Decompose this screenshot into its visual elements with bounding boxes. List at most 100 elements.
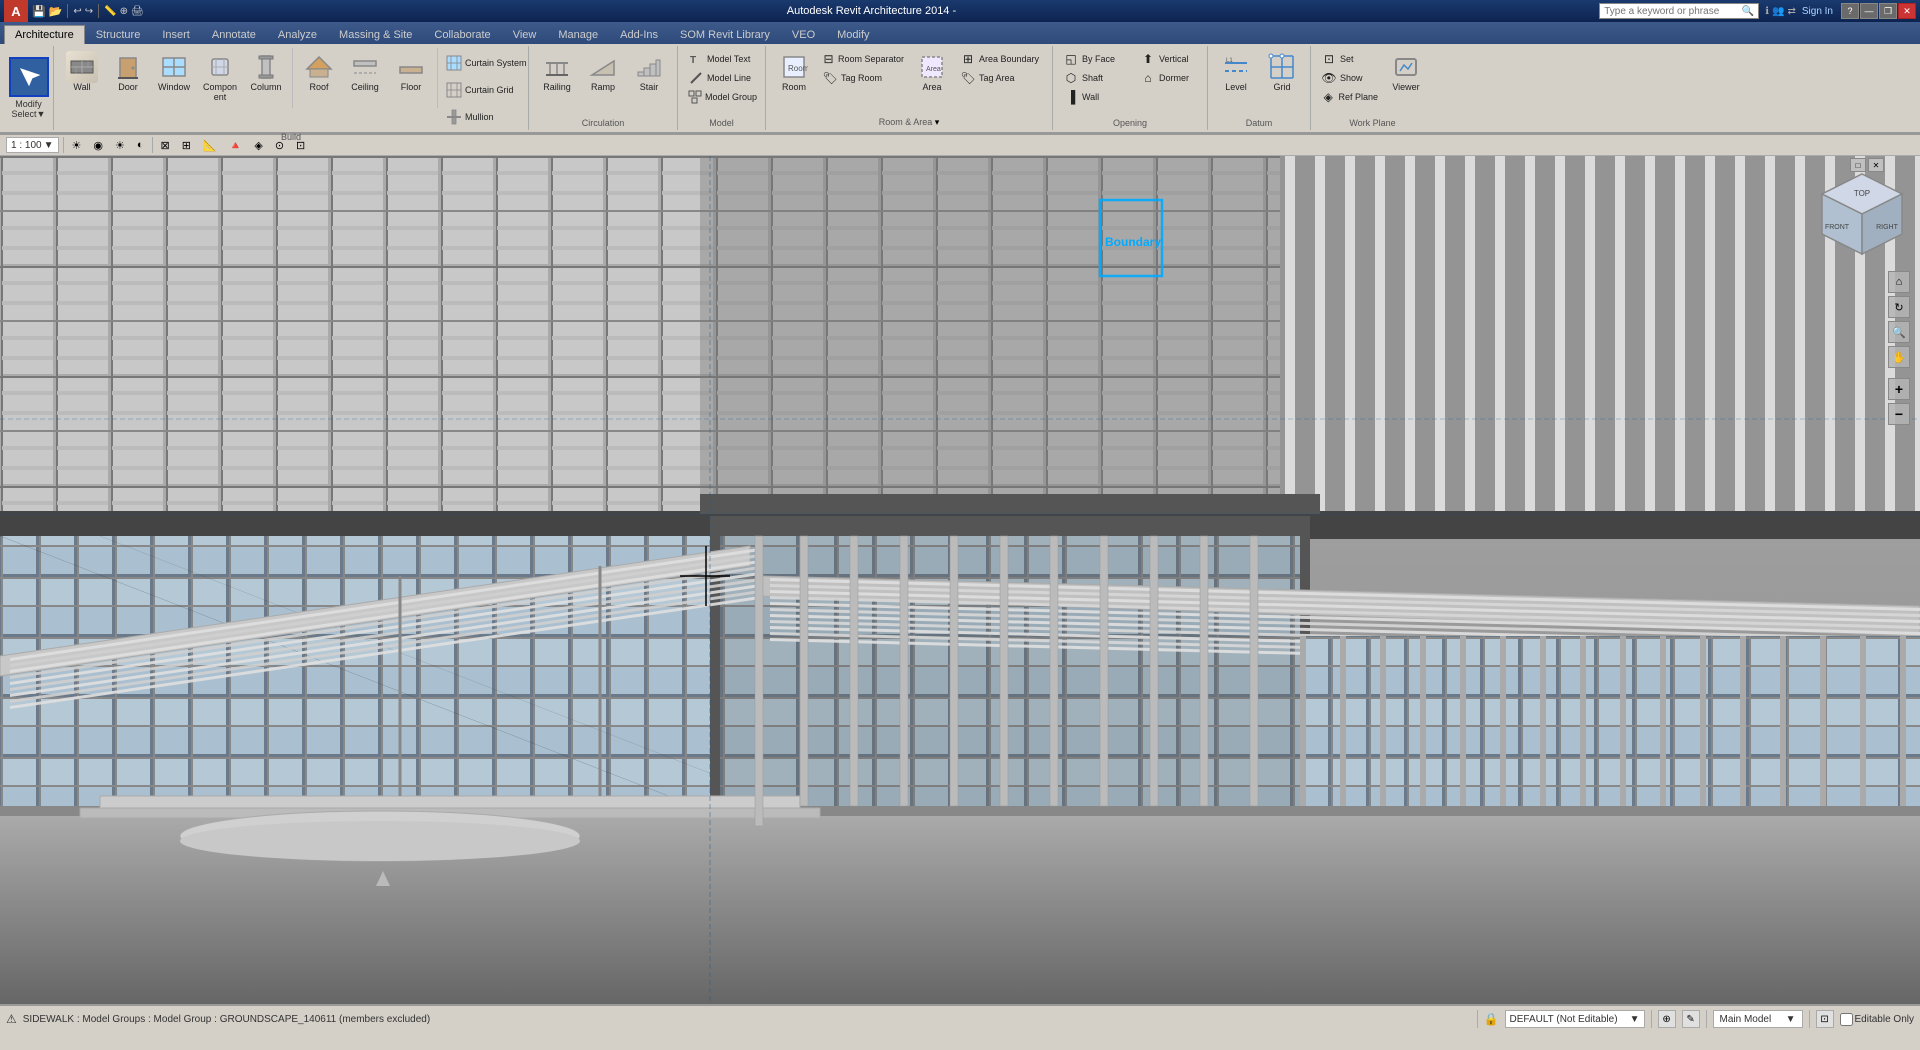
model-line-button[interactable]: Model Line	[684, 69, 759, 87]
ref-plane-button[interactable]: ◈ Ref Plane	[1317, 88, 1382, 106]
tab-structure[interactable]: Structure	[85, 25, 152, 44]
window-button[interactable]: Window	[152, 48, 196, 108]
nav-home-button[interactable]: ⌂	[1888, 271, 1910, 293]
dormer-button[interactable]: ⌂ Dormer	[1136, 69, 1201, 87]
qa-snap-btn[interactable]: ⊕	[120, 6, 128, 17]
nav-zoom-out[interactable]: −	[1888, 403, 1910, 425]
mullion-button[interactable]: Mullion	[442, 104, 522, 130]
by-face-button[interactable]: ◱ By Face	[1059, 50, 1134, 68]
workset-btn1[interactable]: ⊕	[1658, 1010, 1676, 1028]
vertical-button[interactable]: ⬆ Vertical	[1136, 50, 1201, 68]
tab-annotate[interactable]: Annotate	[201, 25, 267, 44]
viewport-maximize[interactable]: □	[1850, 158, 1866, 172]
area-button[interactable]: Area Area	[910, 48, 954, 108]
modify-button[interactable]	[9, 57, 49, 97]
level-button[interactable]: L1 Level	[1214, 48, 1258, 108]
stair-button[interactable]: Stair	[627, 48, 671, 108]
tag-room-button[interactable]: 🏷 Tag Room	[818, 69, 908, 87]
qa-new-btn[interactable]: 💾	[32, 5, 46, 18]
viewport-close[interactable]: ✕	[1868, 158, 1884, 172]
show-button[interactable]: 👁 Show	[1317, 69, 1382, 87]
tab-manage[interactable]: Manage	[547, 25, 609, 44]
hide-show-crop-btn[interactable]: ⊞	[178, 137, 195, 154]
qa-measure-btn[interactable]: 📏	[104, 6, 116, 17]
worksets-btn[interactable]: ⊡	[292, 137, 309, 154]
floor-button[interactable]: Floor	[389, 48, 433, 108]
reveal-hidden-btn[interactable]: ⊙	[271, 137, 288, 154]
crop-view-btn[interactable]: ⊠	[157, 137, 174, 154]
shaft-button[interactable]: ⬡ Shaft	[1059, 69, 1134, 87]
model-text-button[interactable]: T Model Text	[684, 50, 759, 68]
workset-btn2[interactable]: ✎	[1682, 1010, 1700, 1028]
status-lock-icon[interactable]: 🔒	[1484, 1012, 1499, 1026]
search-input[interactable]	[1604, 6, 1742, 17]
qa-redo-btn[interactable]: ↪	[85, 6, 93, 17]
wall-button[interactable]: Wall	[60, 48, 104, 108]
room-area-dropdown[interactable]: ▾	[935, 117, 940, 128]
tag-area-button[interactable]: 🏷 Tag Area	[956, 69, 1046, 87]
tab-massing[interactable]: Massing & Site	[328, 25, 423, 44]
nav-zoom-in[interactable]: +	[1888, 378, 1910, 400]
tab-collaborate[interactable]: Collaborate	[423, 25, 501, 44]
opening-group: ◱ By Face ⬡ Shaft ▐ Wall ⬆ Vertical	[1053, 46, 1208, 130]
restore-button[interactable]: ❐	[1879, 3, 1897, 19]
navcube[interactable]: TOP FRONT RIGHT	[1812, 164, 1912, 264]
nav-orbit-button[interactable]: ↻	[1888, 296, 1910, 318]
detail-level-btn[interactable]: ☀	[68, 137, 86, 154]
wall-open-button[interactable]: ▐ Wall	[1059, 88, 1134, 106]
sun-path-btn[interactable]: ☀	[111, 137, 129, 154]
shadows-btn[interactable]: ◐	[133, 137, 148, 153]
select-dropdown[interactable]: Select ▼	[12, 109, 46, 119]
temp-hide-btn[interactable]: ◈	[250, 137, 266, 154]
ribbon-tabs: Architecture Structure Insert Annotate A…	[0, 22, 1920, 44]
tab-view[interactable]: View	[502, 25, 548, 44]
display-config-btn[interactable]: ⊡	[1816, 1010, 1834, 1028]
room-separator-button[interactable]: ⊟ Room Separator	[818, 50, 908, 68]
component-button[interactable]: Component	[198, 48, 242, 108]
visual-style-btn[interactable]: ◉	[89, 137, 107, 154]
curtain-system-button[interactable]: Curtain System	[442, 50, 522, 76]
area-boundary-button[interactable]: ⊞ Area Boundary	[956, 50, 1046, 68]
show-label: Show	[1340, 73, 1363, 83]
set-button[interactable]: ⊡ Set	[1317, 50, 1382, 68]
main-model-dropdown[interactable]: Main Model ▼	[1713, 1010, 1803, 1028]
viewer-button[interactable]: Viewer	[1384, 48, 1428, 108]
model-group-button[interactable]: Model Group	[684, 88, 759, 106]
door-button[interactable]: Door	[106, 48, 150, 108]
ramp-button[interactable]: Ramp	[581, 48, 625, 108]
tab-veo[interactable]: VEO	[781, 25, 826, 44]
view-mode-dropdown[interactable]: DEFAULT (Not Editable) ▼	[1505, 1010, 1645, 1028]
close-button[interactable]: ✕	[1898, 3, 1916, 19]
signin-button[interactable]: Sign In	[1802, 6, 1833, 17]
help-button[interactable]: ?	[1841, 3, 1859, 19]
qa-undo-btn[interactable]: ↩	[73, 6, 81, 17]
area-boundary-label: Area Boundary	[979, 54, 1039, 64]
roof-button[interactable]: Roof	[297, 48, 341, 108]
minimize-button[interactable]: —	[1860, 3, 1878, 19]
tab-som[interactable]: SOM Revit Library	[669, 25, 781, 44]
nav-pan-button[interactable]: ✋	[1888, 346, 1910, 368]
curtain-grid-button[interactable]: Curtain Grid	[442, 77, 522, 103]
nav-zoom-button[interactable]: 🔍	[1888, 321, 1910, 343]
viewport-resize[interactable]: □ ✕	[1850, 158, 1884, 172]
room-button[interactable]: Room Room	[772, 48, 816, 108]
unlock-btn[interactable]: 🔺	[225, 137, 247, 154]
grid-button[interactable]: Grid	[1260, 48, 1304, 108]
railing-button[interactable]: Railing	[535, 48, 579, 108]
qa-print-btn[interactable]: 🖨	[131, 6, 144, 17]
3d-view-btn[interactable]: 📐	[199, 137, 221, 154]
column-button[interactable]: Column	[244, 48, 288, 108]
ceiling-button[interactable]: Ceiling	[343, 48, 387, 108]
editable-only-checkbox[interactable]	[1840, 1013, 1853, 1026]
viewport[interactable]: Boundary TOP FRONT	[0, 156, 1920, 1004]
scale-display[interactable]: 1 : 100 ▼	[6, 137, 59, 153]
tab-modify[interactable]: Modify	[826, 25, 880, 44]
tab-analyze[interactable]: Analyze	[267, 25, 328, 44]
model-group: T Model Text Model Line	[678, 46, 766, 130]
room-separator-label: Room Separator	[838, 54, 904, 64]
qa-open-btn[interactable]: 📂	[49, 5, 63, 18]
tab-addins[interactable]: Add-Ins	[609, 25, 669, 44]
tab-insert[interactable]: Insert	[151, 25, 201, 44]
tab-architecture[interactable]: Architecture	[4, 25, 85, 44]
model-text-label: Model Text	[707, 54, 750, 64]
